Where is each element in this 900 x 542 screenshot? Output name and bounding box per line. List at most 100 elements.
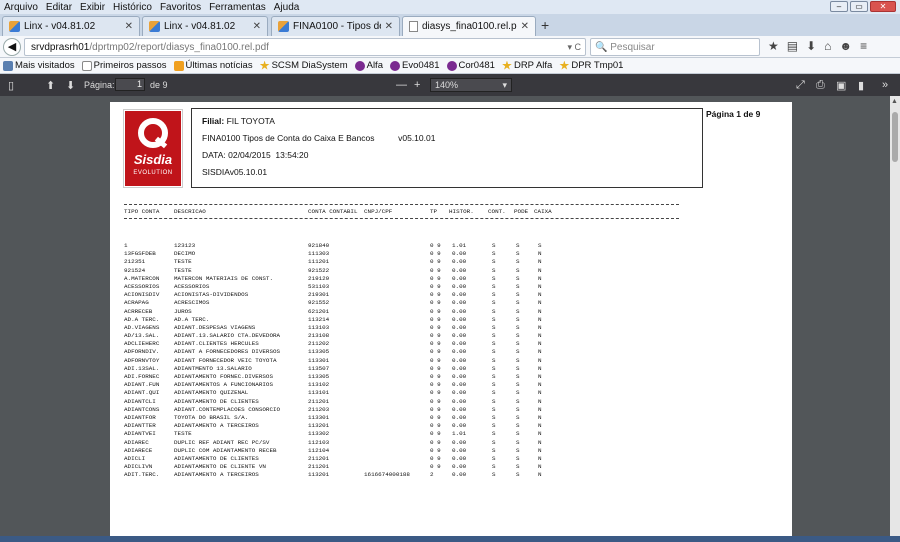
bookmark-ultimas-noticias[interactable]: Últimas notícias (173, 60, 253, 71)
table-cell: S (516, 250, 520, 258)
table-cell: MATERCON MATERIAIS DE CONST. (174, 274, 273, 282)
tab-label: Linx - v04.81.02 (164, 21, 236, 32)
sisdia-logo: Sisdia EVOLUTION (123, 109, 183, 188)
table-cell: 531103 (308, 282, 330, 290)
menu-exibir[interactable]: Exibir (80, 2, 105, 13)
reload-icon[interactable]: ▾ C (567, 42, 581, 53)
table-cell: N (538, 291, 542, 299)
bookmark-evo0481[interactable]: Evo0481 (389, 60, 440, 71)
tab-close-icon[interactable]: ✕ (385, 21, 393, 32)
bookmark-star-icon[interactable]: ★ (768, 39, 779, 53)
fullscreen-icon[interactable]: ⤢ (796, 79, 805, 92)
table-cell: S (492, 323, 496, 331)
tab-linx-1[interactable]: Linx - v04.81.02 ✕ (2, 16, 140, 36)
next-page-icon[interactable]: ⬇ (66, 79, 75, 92)
table-cell: ADIANT FORNECEDOR VEIC TOYOTA (174, 356, 277, 364)
table-cell: N (538, 282, 542, 290)
download-icon[interactable]: ⬇ (806, 39, 816, 53)
menu-historico[interactable]: Histórico (113, 2, 152, 13)
table-cell: ADIANTAMENTO A TERCEIROS (174, 471, 259, 479)
table-cell: S (492, 348, 496, 356)
table-cell: 0 9 (430, 242, 441, 249)
menu-ferramentas[interactable]: Ferramentas (209, 2, 266, 13)
table-cell: ADFORNVTOY (124, 356, 160, 364)
bookmark-scsm[interactable]: SCSM DiaSystem (259, 60, 348, 71)
tab-linx-2[interactable]: Linx - v04.81.02 ✕ (142, 16, 268, 36)
zoom-out-icon[interactable]: — (396, 79, 407, 91)
table-cell: 0.00 (452, 463, 467, 471)
tab-fina0100[interactable]: FINA0100 - Tipos de Conta... ✕ (271, 16, 400, 36)
bookmark-drp-alfa[interactable]: DRP Alfa (502, 60, 552, 71)
menu-favoritos[interactable]: Favoritos (160, 2, 201, 13)
tab-close-icon[interactable]: ✕ (521, 21, 529, 32)
table-cell: TESTE (174, 430, 192, 438)
table-cell: N (538, 258, 542, 266)
bookmark-mais-visitados[interactable]: Mais visitados (3, 60, 75, 71)
zoom-in-icon[interactable]: + (414, 79, 420, 91)
table-cell: S (492, 405, 496, 413)
sidebar-toggle-icon[interactable]: ▯ (8, 79, 14, 92)
bookmark-icon[interactable]: ▮ (858, 79, 864, 92)
table-cell: 0 9 (430, 397, 441, 405)
close-window-icon[interactable]: ✕ (870, 1, 896, 12)
table-cell: N (538, 299, 542, 307)
table-cell: N (538, 413, 542, 421)
table-cell: ADIANTTER (124, 422, 156, 430)
table-cell: 621201 (308, 307, 330, 315)
table-cell: N (538, 274, 542, 282)
table-cell: 211202 (308, 340, 330, 348)
tab-label: Linx - v04.81.02 (24, 21, 96, 32)
bookmark-primeiros-passos[interactable]: Primeiros passos (81, 60, 167, 71)
bookmark-dpr-tmp01[interactable]: DPR Tmp01 (559, 60, 623, 71)
address-bar[interactable]: srvdprasrh01/dprtmp02/report/diasys_fina… (24, 38, 586, 56)
table-cell: S (516, 258, 520, 266)
table-cell: S (492, 315, 496, 323)
zoom-select[interactable]: 140% ▾ (430, 78, 512, 92)
tab-label: FINA0100 - Tipos de Conta... (293, 21, 381, 32)
tab-close-icon[interactable]: ✕ (125, 21, 133, 32)
bookmark-alfa[interactable]: Alfa (354, 60, 383, 71)
bookmark-cor0481[interactable]: Cor0481 (446, 60, 495, 71)
pdf-viewer[interactable]: Sisdia EVOLUTION Filial: FIL TOYOTA FINA… (0, 96, 890, 542)
reading-list-icon[interactable]: ▤ (787, 39, 798, 53)
home-icon[interactable]: ⌂ (824, 39, 831, 53)
search-input[interactable]: 🔍 Pesquisar (590, 38, 760, 56)
table-cell: S (516, 332, 520, 340)
table-cell: N (538, 356, 542, 364)
table-cell: 13FGSFDEB (124, 250, 156, 258)
table-cell: ADIANTVEI (124, 430, 156, 438)
table-cell: 0.00 (452, 299, 467, 307)
menu-arquivo[interactable]: Arquivo (4, 2, 38, 13)
table-cell: S (492, 274, 496, 282)
save-icon[interactable]: ▣ (836, 79, 846, 92)
table-cell: N (538, 340, 542, 348)
new-tab-button[interactable]: + (541, 17, 549, 33)
more-tools-icon[interactable]: » (882, 79, 888, 91)
tab-pdf[interactable]: diasys_fina0100.rel.pdf ✕ (402, 16, 536, 36)
chat-icon[interactable]: ☻ (839, 39, 852, 53)
report-system: SISDIAv05.10.01 (202, 167, 268, 177)
page-number-input[interactable]: 1 (115, 78, 145, 91)
table-cell: N (538, 250, 542, 258)
table-cell: ACESSORIOS (174, 282, 210, 290)
tab-close-icon[interactable]: ✕ (253, 21, 261, 32)
previous-page-icon[interactable]: ⬆ (46, 79, 55, 92)
vertical-scrollbar[interactable]: ▲ (890, 96, 900, 542)
menu-bar: Arquivo Editar Exibir Histórico Favorito… (0, 0, 900, 14)
scroll-up-icon[interactable]: ▲ (891, 98, 898, 105)
minimize-icon[interactable]: – (830, 1, 848, 12)
table-cell: S (492, 282, 496, 290)
table-cell: S (492, 299, 496, 307)
menu-editar[interactable]: Editar (46, 2, 72, 13)
maximize-icon[interactable]: ▭ (850, 1, 868, 12)
menu-ajuda[interactable]: Ajuda (274, 2, 300, 13)
table-cell: S (516, 315, 520, 323)
back-button[interactable]: ◀ (3, 38, 21, 56)
table-cell: S (516, 413, 520, 421)
print-icon[interactable]: ⎙ (816, 79, 825, 92)
table-cell: AD/13.SAL. (124, 332, 160, 340)
table-cell: S (492, 446, 496, 454)
menu-icon[interactable]: ≡ (860, 39, 867, 53)
table-cell: S (516, 242, 520, 249)
scrollbar-thumb[interactable] (892, 112, 898, 162)
